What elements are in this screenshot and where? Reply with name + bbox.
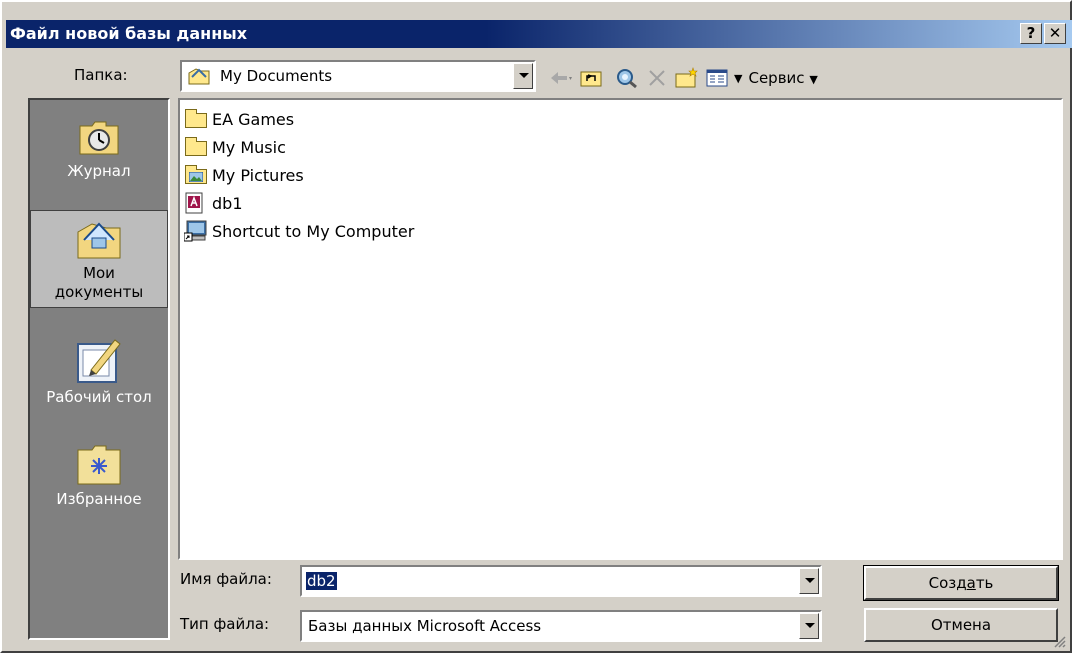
search-web-button[interactable] [614, 66, 640, 90]
place-favorites-label: Избранное [56, 490, 142, 508]
up-folder-button[interactable] [578, 66, 604, 90]
file-item[interactable]: Shortcut to My Computer [183, 218, 415, 244]
place-favorites[interactable]: Избранное [30, 444, 168, 509]
computer-shortcut-icon [183, 220, 208, 242]
back-button[interactable] [548, 66, 574, 90]
create-button-label-end: ть [975, 574, 994, 592]
folder-label: Папка: [74, 66, 128, 84]
filename-selected-text: db2 [306, 572, 337, 590]
place-history[interactable]: Журнал [30, 118, 168, 181]
views-button[interactable] [704, 66, 730, 90]
file-item[interactable]: My Music [184, 134, 286, 160]
place-history-label: Журнал [67, 162, 131, 180]
create-button-accelerator: а [966, 574, 976, 592]
filename-label: Имя файла: [180, 570, 272, 588]
file-item-name: EA Games [212, 109, 295, 129]
up-folder-icon [580, 71, 602, 87]
new-folder-button[interactable] [674, 66, 700, 90]
filename-input[interactable]: db2 [300, 565, 822, 597]
places-bar: Журнал Мои документы Рабочий стол Избран… [28, 98, 170, 640]
window-title: Файл новой базы данных [10, 24, 248, 43]
file-item-name: My Music [212, 137, 286, 157]
file-list[interactable]: EA Games My Music My Pictures db1 Shortc… [178, 98, 1063, 560]
dialog-toolbar: ▼ Сервис ▼ [548, 64, 818, 92]
filetype-label: Тип файла: [180, 615, 270, 633]
history-icon [78, 118, 120, 158]
filetype-dropdown-arrow[interactable] [799, 613, 819, 639]
tools-menu[interactable]: Сервис ▼ [748, 69, 817, 87]
help-button[interactable]: ? [1020, 23, 1042, 44]
file-item-name: db1 [212, 193, 243, 213]
place-desktop[interactable]: Рабочий стол [30, 336, 168, 407]
back-arrow-icon [551, 72, 572, 84]
title-bar[interactable]: Файл новой базы данных ? ✕ [6, 20, 1072, 48]
folder-combo-value: My Documents [220, 67, 333, 85]
filename-dropdown-arrow[interactable] [799, 568, 819, 594]
pictures-folder-icon [184, 164, 208, 186]
place-my-documents-label: Мои документы [54, 264, 144, 301]
desktop-icon [75, 336, 123, 384]
filetype-value: Базы данных Microsoft Access [308, 617, 542, 635]
filename-value: db2 [306, 572, 337, 590]
folder-dropdown-arrow[interactable] [513, 63, 533, 89]
access-database-icon [184, 192, 208, 214]
file-item[interactable]: db1 [184, 190, 243, 216]
file-item-name: My Pictures [212, 165, 304, 185]
tools-menu-label: Сервис [748, 69, 805, 87]
file-item[interactable]: EA Games [184, 106, 294, 132]
my-documents-icon [76, 218, 122, 260]
create-button-label: Созд [928, 574, 967, 592]
filetype-select[interactable]: Базы данных Microsoft Access [300, 610, 822, 642]
folder-combo[interactable]: My Documents [180, 60, 536, 92]
create-button[interactable]: Создать [863, 565, 1059, 601]
folder-icon [184, 108, 208, 130]
delete-icon [649, 70, 665, 86]
resize-grip-icon[interactable] [1052, 633, 1066, 648]
views-dropdown-icon[interactable]: ▼ [734, 72, 742, 85]
file-item-name: Shortcut to My Computer [212, 221, 415, 241]
close-button[interactable]: ✕ [1044, 23, 1066, 44]
folder-icon [184, 136, 208, 158]
file-item[interactable]: My Pictures [184, 162, 304, 188]
tools-dropdown-icon: ▼ [809, 73, 818, 86]
cancel-button[interactable]: Отмена [864, 608, 1058, 642]
file-dialog: Файл новой базы данных ? ✕ Папка: My Doc… [0, 0, 1072, 653]
views-icon [706, 69, 728, 87]
search-web-icon [617, 69, 637, 89]
new-folder-icon [675, 67, 698, 88]
place-desktop-label: Рабочий стол [46, 388, 152, 406]
place-my-documents[interactable]: Мои документы [30, 210, 168, 308]
my-documents-small-icon [188, 66, 210, 86]
favorites-icon [76, 444, 122, 486]
delete-button[interactable] [644, 66, 670, 90]
